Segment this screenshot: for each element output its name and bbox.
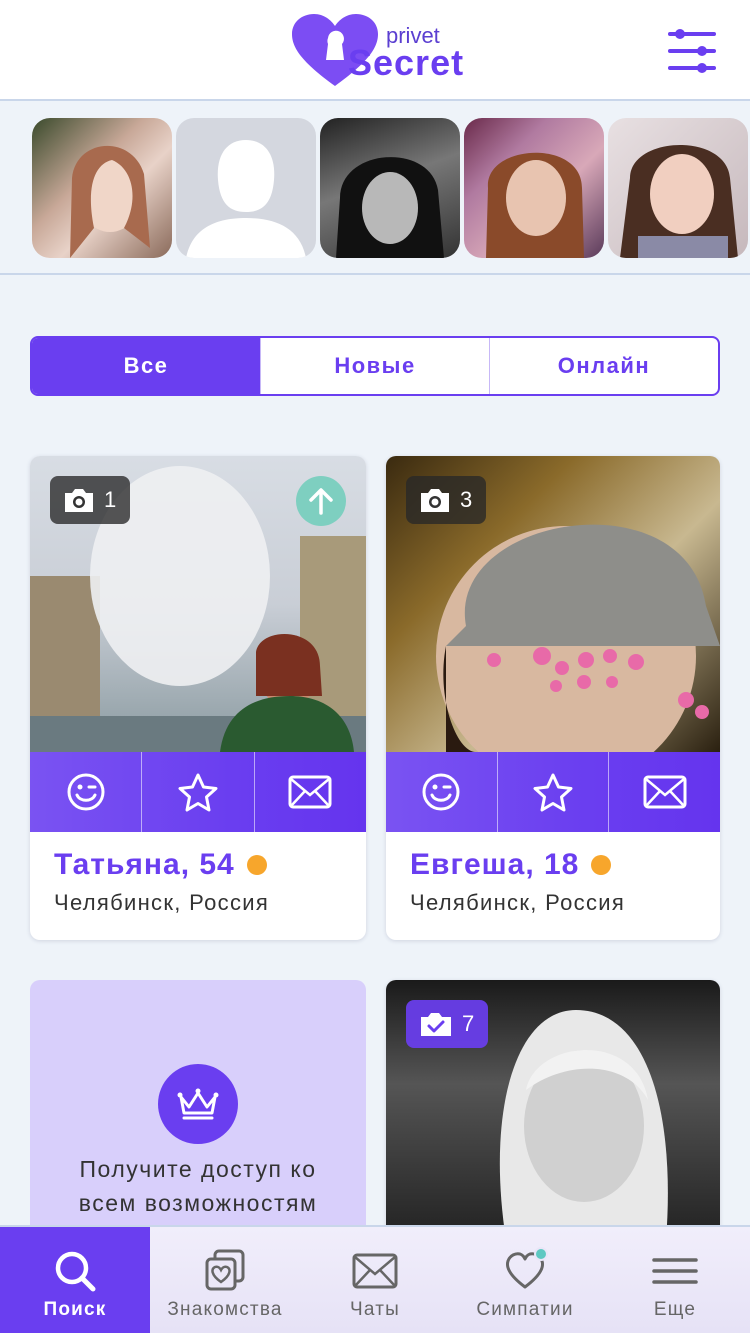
story-avatar[interactable]	[32, 118, 172, 258]
card-actions	[30, 752, 366, 832]
promo-line-1: Получите доступ ко	[79, 1156, 317, 1182]
logo-secret-text: Secret	[348, 42, 465, 83]
story-avatar[interactable]	[608, 118, 748, 258]
message-button[interactable]	[253, 752, 366, 832]
premium-promo-text: Получите доступ ко всем возможностям	[30, 1152, 366, 1220]
profile-location: Челябинск, Россия	[410, 890, 626, 915]
profile-card[interactable]: 7	[386, 980, 720, 1240]
crown-icon	[177, 1088, 219, 1120]
verified-camera-icon	[421, 1013, 451, 1036]
cards-heart-icon	[205, 1249, 245, 1291]
search-icon	[55, 1251, 96, 1292]
camera-icon	[65, 489, 93, 512]
mail-icon	[643, 775, 687, 809]
nav-more-label: Еще	[653, 1299, 697, 1320]
profile-card[interactable]: 1 Татьяна, 54 Челябинск, Россия	[30, 456, 366, 940]
card-info: Евгеша, 18 Челябинск, Россия	[410, 848, 625, 916]
tab-new[interactable]: Новые	[260, 338, 489, 394]
wink-button[interactable]	[30, 752, 141, 832]
profile-name[interactable]: Татьяна, 54	[54, 848, 235, 882]
card-info: Татьяна, 54 Челябинск, Россия	[54, 848, 269, 916]
nav-chats[interactable]: Чаты	[300, 1227, 450, 1333]
menu-icon	[652, 1258, 698, 1284]
person-placeholder-icon	[186, 140, 306, 258]
mail-icon	[288, 775, 332, 809]
premium-button[interactable]	[158, 1064, 238, 1144]
story-photo	[620, 144, 738, 258]
nav-more[interactable]: Еще	[600, 1227, 750, 1333]
mail-icon	[352, 1253, 398, 1289]
profile-name-line[interactable]: Евгеша, 18	[410, 848, 625, 882]
profile-photo[interactable]: 7	[386, 980, 720, 1240]
arrow-up-icon	[309, 488, 333, 515]
app-logo[interactable]: privet Secret	[292, 14, 465, 88]
profile-photo[interactable]: 1	[30, 456, 366, 752]
photo-count-badge: 1	[50, 476, 131, 524]
story-photo	[336, 157, 444, 258]
star-icon	[533, 773, 573, 812]
boost-button[interactable]	[296, 476, 346, 526]
nav-search-label: Поиск	[43, 1299, 107, 1320]
nav-likes-label: Симпатии	[476, 1299, 574, 1320]
camera-icon	[421, 489, 449, 512]
status-dot	[591, 855, 612, 875]
photo-count-badge: 7	[406, 1000, 489, 1048]
story-photo	[486, 152, 584, 258]
smile-icon	[422, 773, 460, 811]
story-avatar[interactable]	[320, 118, 460, 258]
notification-dot	[534, 1247, 548, 1261]
card-actions	[386, 752, 720, 832]
profile-name[interactable]: Евгеша, 18	[410, 848, 579, 882]
profile-card[interactable]: 3 Евгеша, 18 Челябинск, Россия	[386, 456, 720, 940]
header: privet Secret	[0, 0, 750, 101]
promo-line-2: всем возможностям	[78, 1190, 318, 1216]
nav-encounters[interactable]: Знакомства	[150, 1227, 300, 1333]
nav-likes[interactable]: Симпатии	[450, 1227, 600, 1333]
nav-encounters-label: Знакомства	[167, 1299, 283, 1320]
stories-strip	[0, 103, 750, 275]
premium-promo-card[interactable]: Получите доступ ко всем возможностям	[30, 980, 366, 1240]
smile-icon	[67, 773, 105, 811]
favorite-button[interactable]	[496, 752, 609, 832]
tab-all[interactable]: Все	[32, 338, 260, 394]
profile-location: Челябинск, Россия	[54, 890, 270, 915]
tab-online[interactable]: Онлайн	[489, 338, 718, 394]
star-icon	[178, 773, 218, 812]
nav-chats-label: Чаты	[350, 1299, 400, 1320]
story-avatar-placeholder[interactable]	[176, 118, 316, 258]
photo-count: 3	[460, 487, 473, 512]
status-dot	[246, 855, 267, 875]
story-avatar[interactable]	[464, 118, 604, 258]
story-photo	[70, 145, 150, 258]
photo-count: 7	[462, 1011, 475, 1036]
nav-search[interactable]: Поиск	[0, 1227, 150, 1333]
bottom-navigation: Поиск Знакомства Чаты Симпатии Еще	[0, 1225, 750, 1333]
profile-photo[interactable]: 3	[386, 456, 720, 752]
filter-button[interactable]	[668, 28, 716, 74]
message-button[interactable]	[608, 752, 720, 832]
profile-name-line[interactable]: Татьяна, 54	[54, 848, 269, 882]
favorite-button[interactable]	[141, 752, 253, 832]
photo-count-badge: 3	[406, 476, 487, 524]
photo-count: 1	[104, 487, 117, 512]
filter-tabs: Все Новые Онлайн	[30, 336, 720, 396]
wink-button[interactable]	[386, 752, 497, 832]
sliders-icon	[668, 29, 716, 73]
